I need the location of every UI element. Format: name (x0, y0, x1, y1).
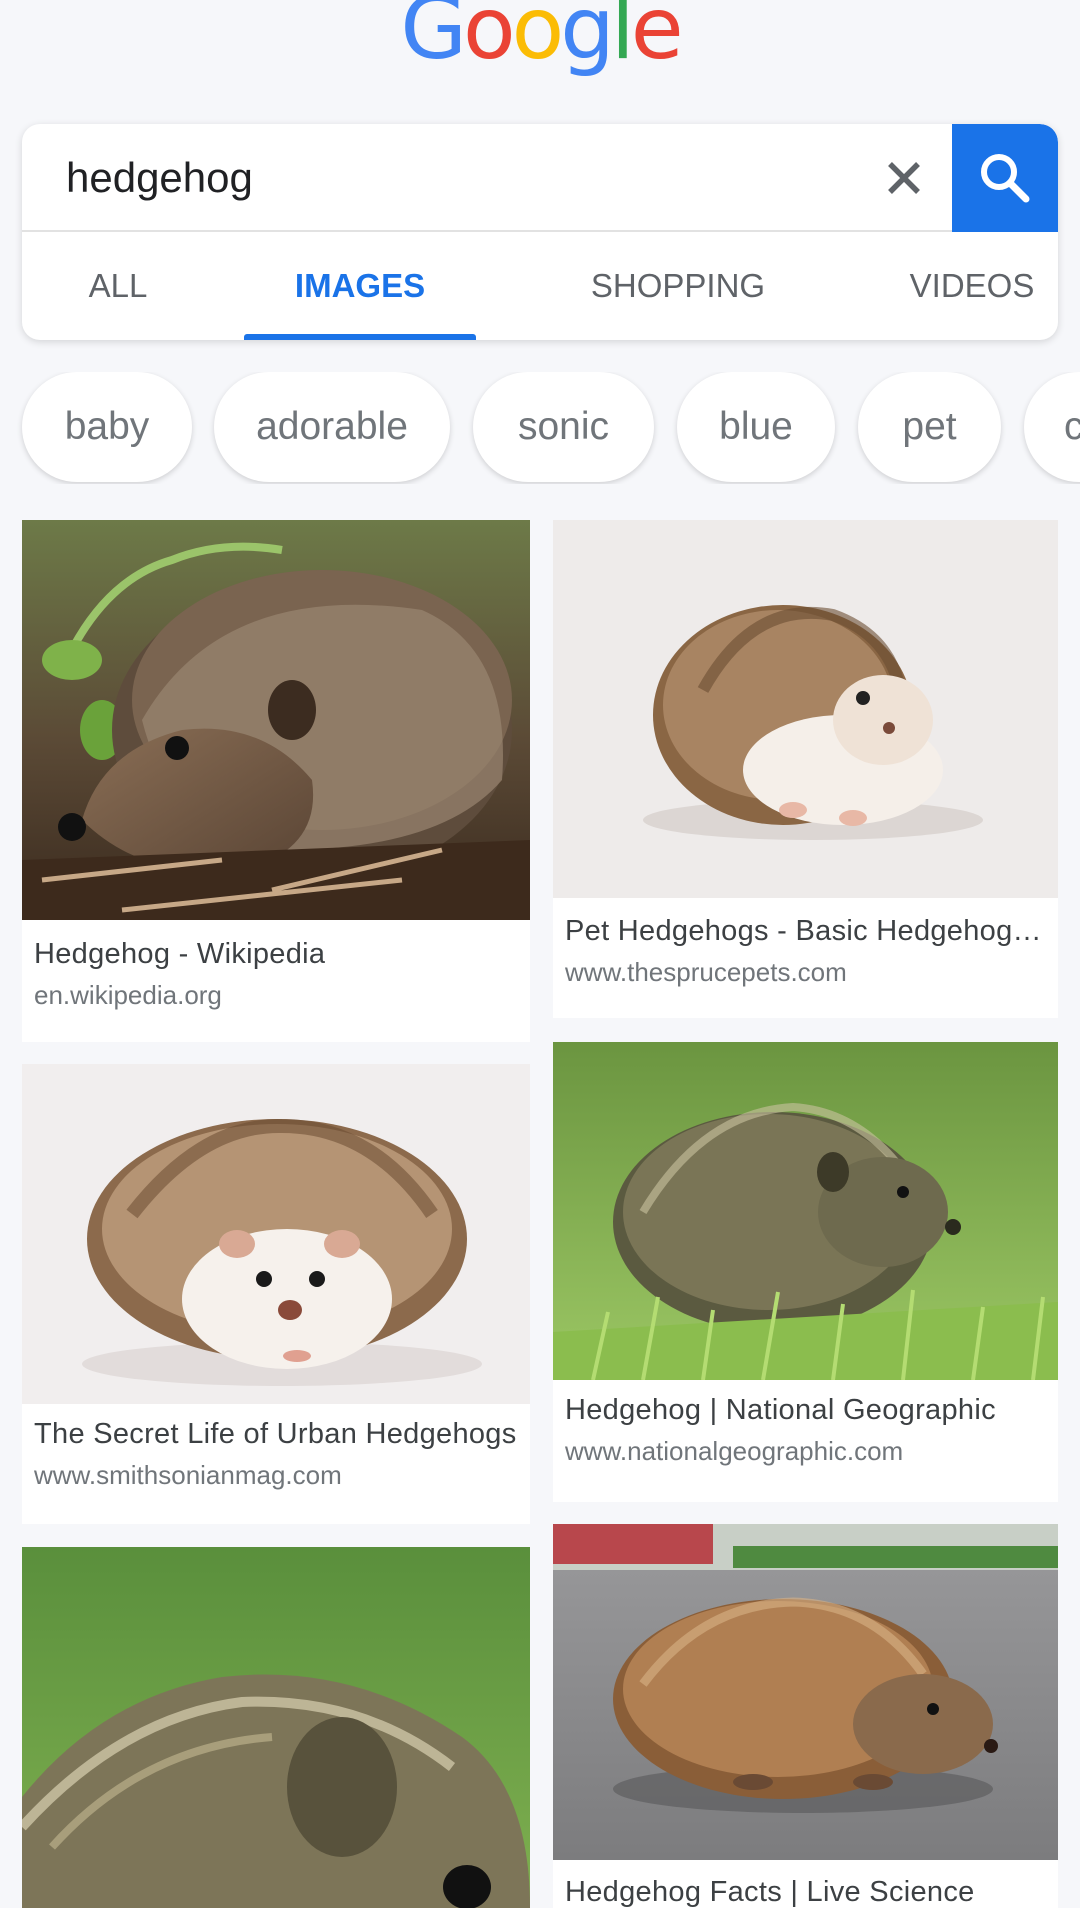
tab-label: ALL (88, 267, 148, 304)
result-image[interactable] (22, 1064, 530, 1404)
chip-baby[interactable]: baby (22, 372, 192, 482)
tab-label: VIDEOS (909, 267, 1035, 304)
hedgehog-on-leaves-image (22, 520, 530, 920)
image-result-card[interactable]: Hedgehog - Wikipedia en.wikipedia.org (22, 520, 530, 1042)
result-title: The Secret Life of Urban Hedgehogs (34, 1418, 517, 1450)
hedgehog-on-pavement-image (553, 1524, 1058, 1860)
logo-letter: l (610, 0, 635, 79)
logo-letter: g (560, 0, 615, 79)
image-result-card[interactable]: Hedgehog | National Geographic www.natio… (553, 1042, 1058, 1502)
clear-search-button[interactable] (874, 148, 934, 208)
logo-letter: e (630, 0, 684, 79)
result-domain: www.thesprucepets.com (565, 957, 847, 987)
chip-adorable[interactable]: adorable (214, 372, 450, 482)
hedgehog-white-background-front-image (22, 1064, 530, 1404)
google-logo[interactable]: Google (0, 0, 1080, 72)
suggestion-chips: baby adorable sonic blue pet c (0, 372, 1080, 484)
chip-label: blue (719, 405, 793, 448)
hedgehog-in-grass-image (553, 1042, 1058, 1380)
result-image[interactable] (553, 1524, 1058, 1860)
search-input[interactable] (66, 146, 846, 210)
logo-letter: o (511, 0, 565, 79)
chip-sonic[interactable]: sonic (473, 372, 654, 482)
tab-label: SHOPPING (590, 267, 766, 304)
result-title: Hedgehog Facts | Live Science (565, 1876, 975, 1908)
search-bar (22, 124, 1058, 232)
tab-all[interactable]: ALL (58, 232, 178, 340)
result-image[interactable] (553, 1042, 1058, 1380)
search-button[interactable] (952, 124, 1058, 232)
result-domain: www.nationalgeographic.com (565, 1436, 904, 1466)
result-title: Pet Hedgehogs - Basic Hedgehog Care (565, 915, 1046, 947)
image-result-card[interactable]: The Secret Life of Urban Hedgehogs www.s… (22, 1064, 530, 1524)
result-image[interactable] (22, 520, 530, 920)
tab-shopping[interactable]: SHOPPING (568, 232, 788, 340)
close-icon (888, 162, 920, 194)
search-tabs: ALL IMAGES SHOPPING VIDEOS (22, 232, 1058, 340)
hedgehog-closeup-green-background-image (22, 1547, 530, 1908)
result-title: Hedgehog - Wikipedia (34, 938, 326, 970)
tab-images[interactable]: IMAGES (244, 232, 476, 340)
chip-label: adorable (256, 405, 408, 448)
tab-label: IMAGES (294, 267, 426, 304)
result-image[interactable] (22, 1547, 530, 1908)
chip-label: baby (64, 405, 150, 448)
result-domain: en.wikipedia.org (34, 980, 222, 1010)
pet-hedgehog-white-background-image (553, 520, 1058, 898)
chip-label: pet (902, 405, 957, 448)
result-domain: www.smithsonianmag.com (34, 1460, 342, 1490)
image-result-card[interactable] (22, 1547, 530, 1908)
chip-more[interactable]: c (1024, 372, 1080, 482)
logo-letter: o (462, 0, 516, 79)
chip-label: c (1064, 405, 1080, 448)
chip-pet[interactable]: pet (858, 372, 1001, 482)
result-image[interactable] (553, 520, 1058, 898)
search-card: ALL IMAGES SHOPPING VIDEOS (22, 124, 1058, 340)
chip-blue[interactable]: blue (677, 372, 835, 482)
tab-videos[interactable]: VIDEOS (890, 232, 1054, 340)
logo-letter: G (400, 0, 467, 79)
active-tab-indicator (244, 334, 476, 340)
image-result-card[interactable]: Pet Hedgehogs - Basic Hedgehog Care www.… (553, 520, 1058, 1018)
chip-label: sonic (517, 405, 610, 448)
image-result-card[interactable]: Hedgehog Facts | Live Science (553, 1524, 1058, 1908)
result-title: Hedgehog | National Geographic (565, 1394, 996, 1426)
search-icon (981, 154, 1030, 203)
